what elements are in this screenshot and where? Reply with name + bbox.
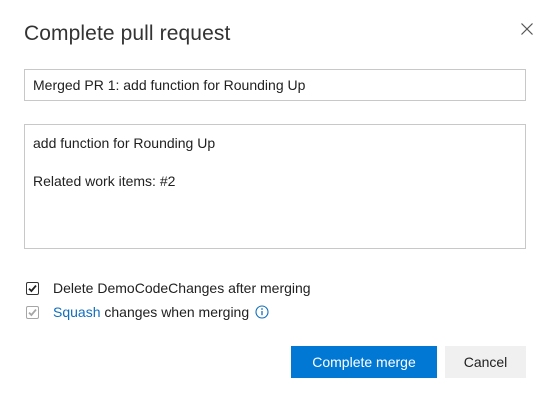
delete-branch-checkbox[interactable] (26, 281, 39, 295)
delete-branch-option[interactable]: Delete DemoCodeChanges after merging (26, 279, 311, 297)
description-line: Related work items: #2 (33, 173, 176, 189)
pr-description-textarea[interactable]: add function for Rounding Up Related wor… (24, 124, 526, 249)
complete-pull-request-dialog: Complete pull request add function for R… (0, 0, 550, 398)
description-line: add function for Rounding Up (33, 135, 216, 151)
close-icon (521, 23, 533, 35)
squash-option: Squash changes when merging (26, 303, 269, 321)
pr-title-input[interactable] (24, 69, 526, 101)
checkmark-icon (28, 308, 37, 316)
squash-link[interactable]: Squash (53, 304, 100, 320)
dialog-title: Complete pull request (24, 22, 231, 45)
delete-branch-label: Delete DemoCodeChanges after merging (53, 280, 311, 296)
cancel-button[interactable]: Cancel (445, 346, 526, 378)
squash-checkbox (26, 305, 39, 319)
complete-merge-button[interactable]: Complete merge (291, 346, 437, 378)
checkmark-icon (28, 284, 37, 292)
close-button[interactable] (514, 16, 540, 42)
squash-label: changes when merging (100, 304, 250, 320)
info-icon[interactable] (255, 305, 269, 319)
